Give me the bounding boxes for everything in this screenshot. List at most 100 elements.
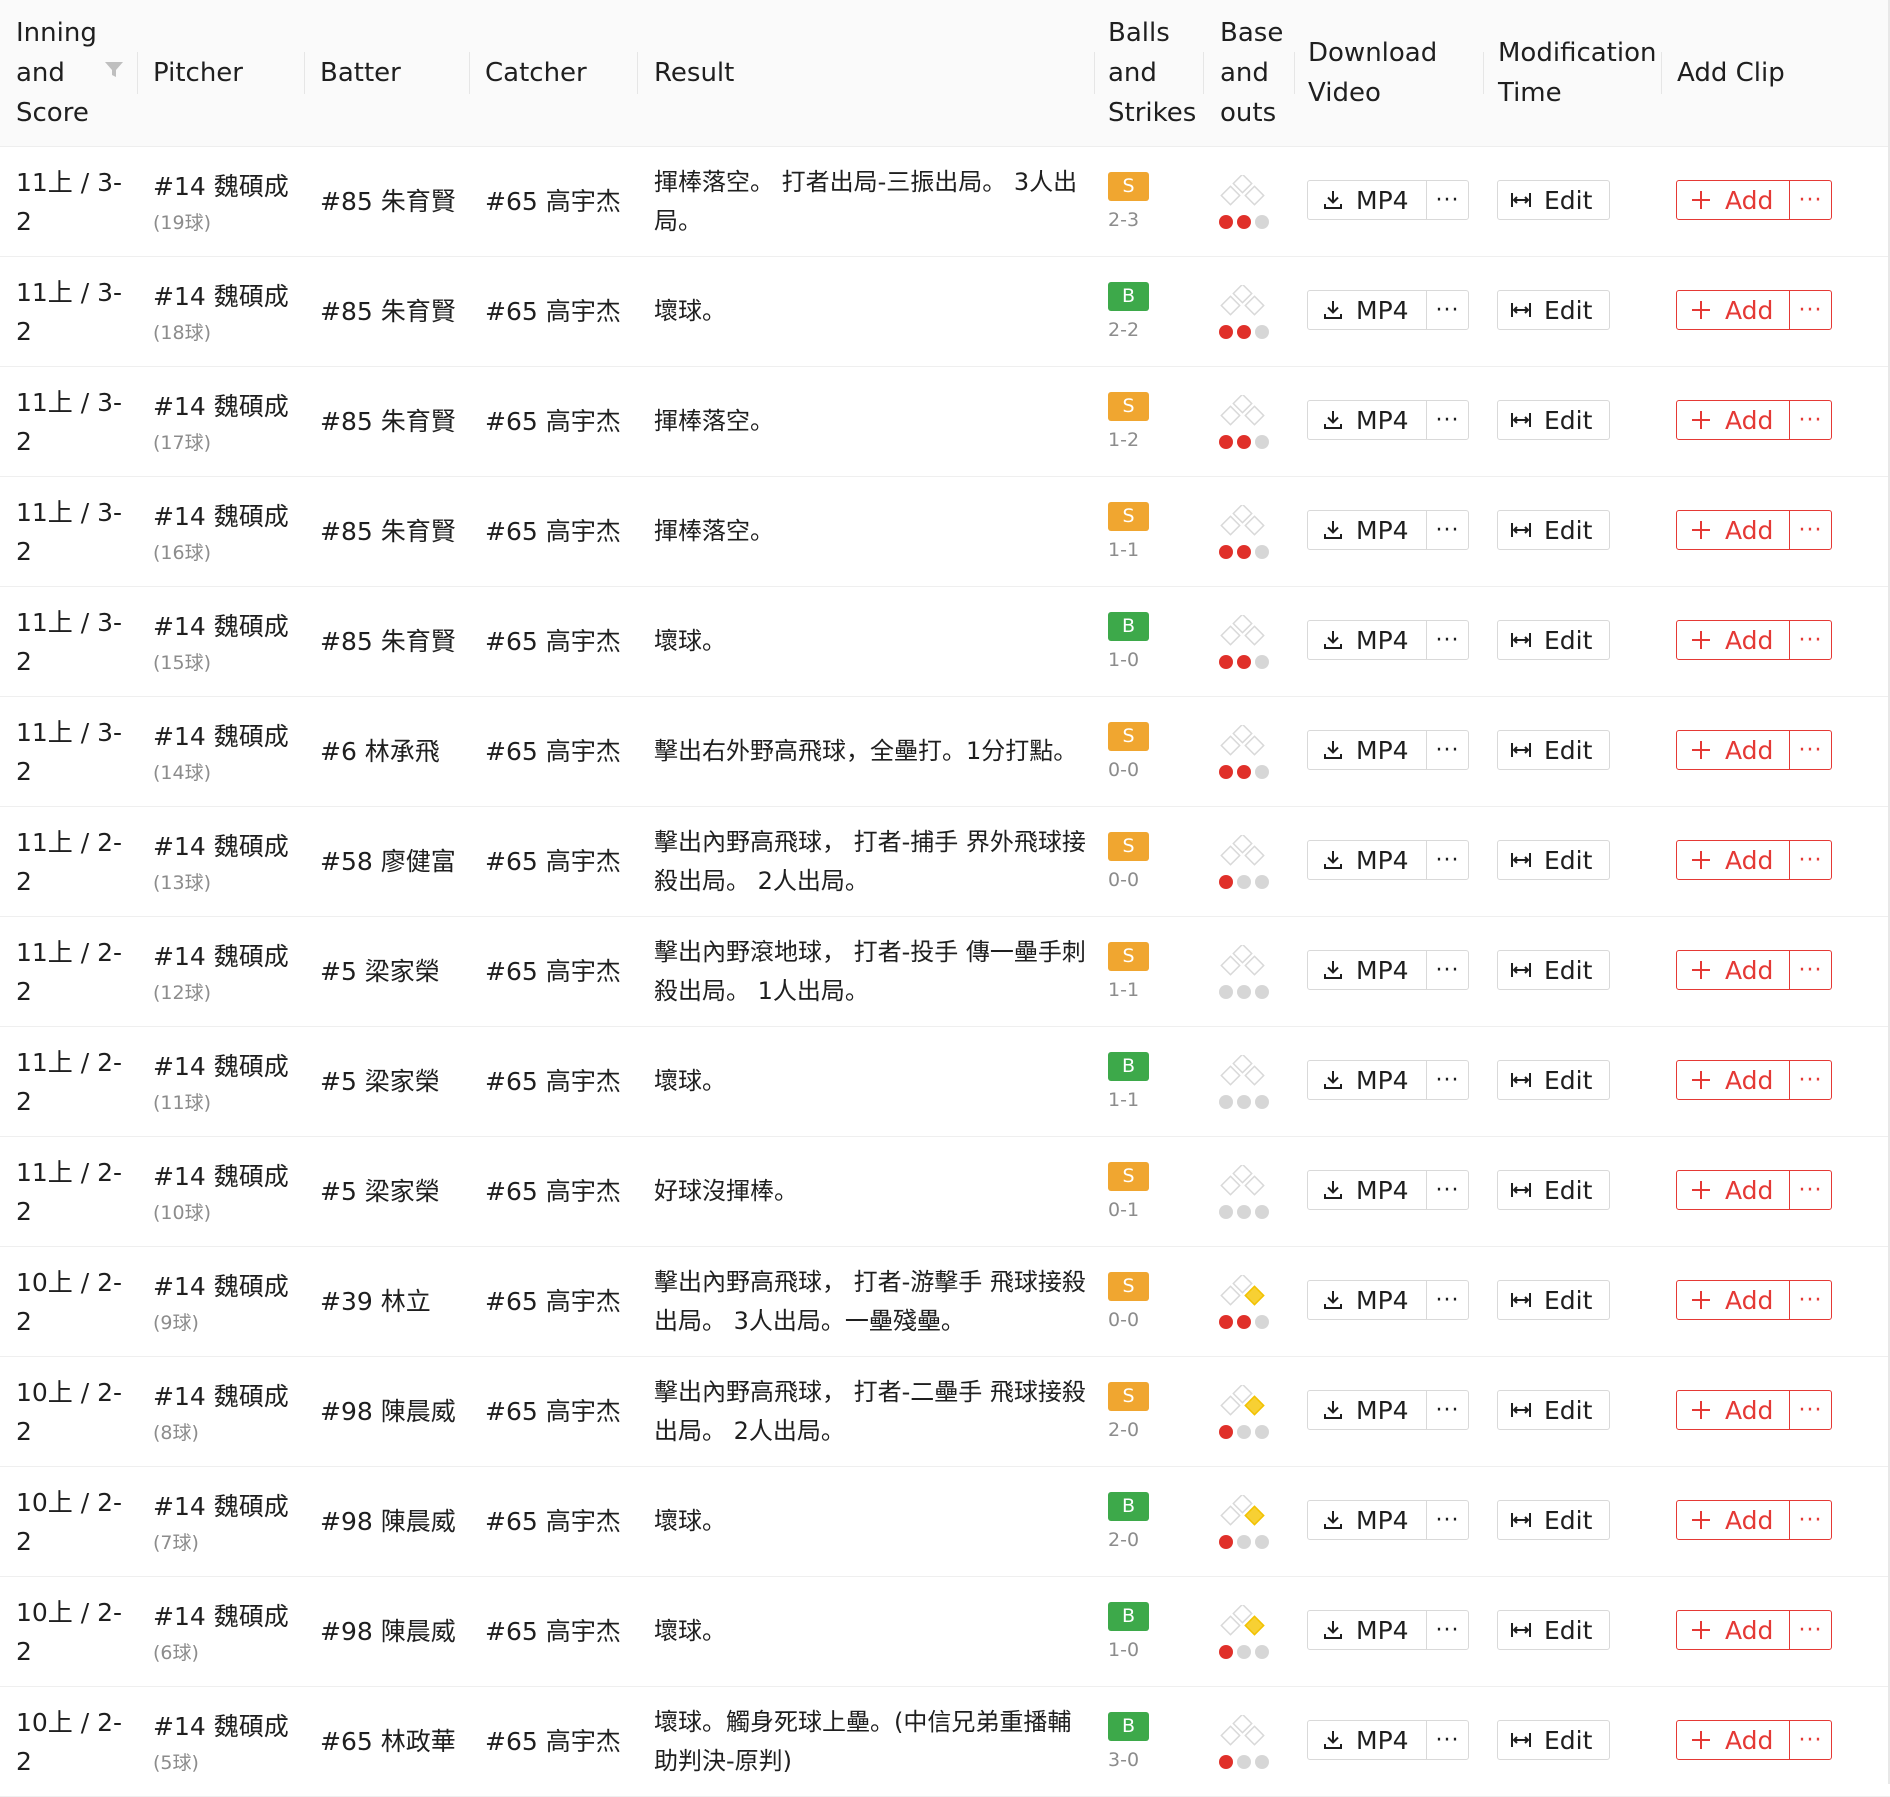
add-clip-button[interactable]: Add	[1677, 1061, 1789, 1099]
plus-icon	[1692, 851, 1710, 869]
download-more-button[interactable]: ···	[1426, 1501, 1468, 1539]
edit-button[interactable]: Edit	[1497, 840, 1610, 880]
add-clip-button[interactable]: Add	[1677, 1171, 1789, 1209]
add-clip-more-button[interactable]: ···	[1789, 401, 1831, 439]
download-more-button[interactable]: ···	[1426, 841, 1468, 879]
add-clip-more-button[interactable]: ···	[1789, 1061, 1831, 1099]
trim-icon	[1511, 523, 1531, 537]
download-more-button[interactable]: ···	[1426, 1391, 1468, 1429]
edit-button[interactable]: Edit	[1497, 1280, 1610, 1320]
download-mp4-button[interactable]: MP4	[1308, 401, 1426, 439]
edit-button-content: Edit	[1498, 1501, 1592, 1539]
add-clip-button[interactable]: Add	[1677, 291, 1789, 329]
add-clip-more-button[interactable]: ···	[1789, 291, 1831, 329]
download-more-button[interactable]: ···	[1426, 1281, 1468, 1319]
edit-button[interactable]: Edit	[1497, 1720, 1610, 1760]
add-clip-more-button[interactable]: ···	[1789, 731, 1831, 769]
download-more-button[interactable]: ···	[1426, 511, 1468, 549]
add-clip-more-button[interactable]: ···	[1789, 511, 1831, 549]
header-inning[interactable]: Inning and Score	[16, 0, 106, 146]
add-clip-more-button[interactable]: ···	[1789, 1721, 1831, 1759]
add-clip-button[interactable]: Add	[1677, 1611, 1789, 1649]
edit-button[interactable]: Edit	[1497, 1500, 1610, 1540]
add-clip-button[interactable]: Add	[1677, 1391, 1789, 1429]
download-mp4-button[interactable]: MP4	[1308, 1281, 1426, 1319]
add-clip-more-button[interactable]: ···	[1789, 1611, 1831, 1649]
download-more-button[interactable]: ···	[1426, 621, 1468, 659]
add-clip-more-button[interactable]: ···	[1789, 1171, 1831, 1209]
filter-icon[interactable]	[104, 60, 124, 80]
plus-icon	[1692, 411, 1710, 429]
inning-score: 11上 / 3- 2	[16, 497, 123, 566]
add-clip-more-button[interactable]: ···	[1789, 951, 1831, 989]
balls-strikes-cell: B 1-0	[1108, 587, 1188, 696]
download-more-button[interactable]: ···	[1426, 401, 1468, 439]
edit-button[interactable]: Edit	[1497, 1610, 1610, 1650]
download-more-button[interactable]: ···	[1426, 951, 1468, 989]
edit-button[interactable]: Edit	[1497, 1170, 1610, 1210]
add-clip-more-button[interactable]: ···	[1789, 621, 1831, 659]
download-more-button[interactable]: ···	[1426, 1061, 1468, 1099]
add-clip-more-button[interactable]: ···	[1789, 181, 1831, 219]
download-mp4-button-group: MP4 ···	[1307, 400, 1469, 440]
trim-icon	[1511, 963, 1531, 977]
download-mp4-button[interactable]: MP4	[1308, 621, 1426, 659]
download-mp4-button[interactable]: MP4	[1308, 731, 1426, 769]
edit-button[interactable]: Edit	[1497, 620, 1610, 660]
download-mp4-button[interactable]: MP4	[1308, 1061, 1426, 1099]
pitch-count: (12球)	[153, 982, 212, 1004]
add-clip-button[interactable]: Add	[1677, 1721, 1789, 1759]
add-clip-button[interactable]: Add	[1677, 621, 1789, 659]
table-row: 11上 / 3- 2 #14 魏碩成 (19球) #85 朱育賢 #65 高宇杰…	[0, 147, 1890, 257]
edit-button[interactable]: Edit	[1497, 950, 1610, 990]
edit-button[interactable]: Edit	[1497, 1390, 1610, 1430]
add-clip-button[interactable]: Add	[1677, 951, 1789, 989]
balls-strikes-cell: S 2-3	[1108, 147, 1188, 256]
download-more-button[interactable]: ···	[1426, 181, 1468, 219]
download-mp4-button[interactable]: MP4	[1308, 1721, 1426, 1759]
download-mp4-button-group: MP4 ···	[1307, 620, 1469, 660]
edit-button[interactable]: Edit	[1497, 1060, 1610, 1100]
download-mp4-button[interactable]: MP4	[1308, 511, 1426, 549]
download-more-button[interactable]: ···	[1426, 1171, 1468, 1209]
download-mp4-button[interactable]: MP4	[1308, 1391, 1426, 1429]
inning-score: 11上 / 3- 2	[16, 167, 123, 236]
add-clip-button[interactable]: Add	[1677, 181, 1789, 219]
ball-strike-count: 1-1	[1108, 1088, 1140, 1111]
outs-indicator	[1219, 1644, 1282, 1659]
edit-button[interactable]: Edit	[1497, 510, 1610, 550]
outs-indicator	[1219, 544, 1282, 559]
add-clip-button[interactable]: Add	[1677, 1501, 1789, 1539]
out-dot	[1237, 654, 1251, 669]
download-more-button[interactable]: ···	[1426, 731, 1468, 769]
add-clip-more-button[interactable]: ···	[1789, 1501, 1831, 1539]
table-row: 10上 / 2- 2 #14 魏碩成 (7球) #98 陳晨威 #65 高宇杰 …	[0, 1467, 1890, 1577]
inning-score: 11上 / 2- 2	[16, 1157, 123, 1226]
add-label: Add	[1725, 1065, 1774, 1095]
add-clip-button[interactable]: Add	[1677, 401, 1789, 439]
inning-score: 11上 / 2- 2	[16, 1047, 123, 1116]
download-mp4-button[interactable]: MP4	[1308, 1611, 1426, 1649]
download-mp4-button[interactable]: MP4	[1308, 951, 1426, 989]
edit-button[interactable]: Edit	[1497, 730, 1610, 770]
add-clip-button[interactable]: Add	[1677, 1281, 1789, 1319]
edit-button[interactable]: Edit	[1497, 290, 1610, 330]
add-clip-more-button[interactable]: ···	[1789, 1281, 1831, 1319]
download-mp4-button[interactable]: MP4	[1308, 291, 1426, 329]
edit-button[interactable]: Edit	[1497, 400, 1610, 440]
add-label: Add	[1725, 295, 1774, 325]
download-mp4-button[interactable]: MP4	[1308, 1171, 1426, 1209]
add-clip-button[interactable]: Add	[1677, 511, 1789, 549]
download-mp4-button[interactable]: MP4	[1308, 181, 1426, 219]
download-more-button[interactable]: ···	[1426, 1611, 1468, 1649]
download-more-button[interactable]: ···	[1426, 1721, 1468, 1759]
add-clip-more-button[interactable]: ···	[1789, 1391, 1831, 1429]
add-clip-button[interactable]: Add	[1677, 841, 1789, 879]
download-mp4-button[interactable]: MP4	[1308, 841, 1426, 879]
add-clip-button[interactable]: Add	[1677, 731, 1789, 769]
download-more-button[interactable]: ···	[1426, 291, 1468, 329]
out-dot	[1255, 984, 1269, 999]
add-clip-more-button[interactable]: ···	[1789, 841, 1831, 879]
download-mp4-button[interactable]: MP4	[1308, 1501, 1426, 1539]
edit-button[interactable]: Edit	[1497, 180, 1610, 220]
